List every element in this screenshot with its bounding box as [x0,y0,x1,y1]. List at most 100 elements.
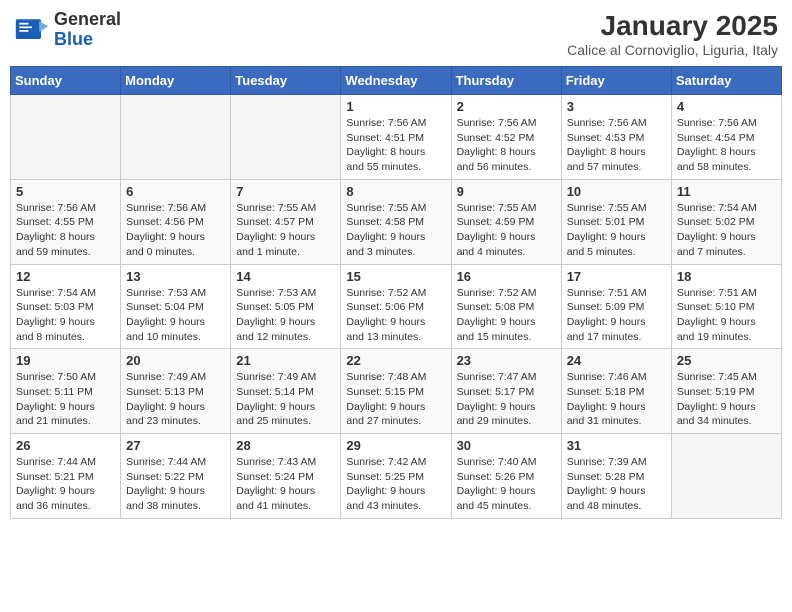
day-info: Sunrise: 7:56 AM Sunset: 4:53 PM Dayligh… [567,116,666,175]
day-info: Sunrise: 7:53 AM Sunset: 5:05 PM Dayligh… [236,286,335,345]
day-info: Sunrise: 7:44 AM Sunset: 5:21 PM Dayligh… [16,455,115,514]
logo: General Blue [14,10,121,50]
month-title: January 2025 [567,10,778,42]
day-info: Sunrise: 7:47 AM Sunset: 5:17 PM Dayligh… [457,370,556,429]
calendar-cell: 5 Sunrise: 7:56 AM Sunset: 4:55 PM Daylig… [11,179,121,264]
calendar-week-5: 26 Sunrise: 7:44 AM Sunset: 5:21 PM Dayli… [11,434,782,519]
day-number: 14 [236,269,335,284]
day-info: Sunrise: 7:40 AM Sunset: 5:26 PM Dayligh… [457,455,556,514]
calendar-cell: 15Sunrise: 7:52 AM Sunset: 5:06 PM Dayli… [341,264,451,349]
calendar-cell: 3 Sunrise: 7:56 AM Sunset: 4:53 PM Daylig… [561,95,671,180]
day-info: Sunrise: 7:53 AM Sunset: 5:04 PM Dayligh… [126,286,225,345]
calendar-header-wednesday: Wednesday [341,67,451,95]
day-info: Sunrise: 7:54 AM Sunset: 5:02 PM Dayligh… [677,201,776,260]
location-subtitle: Calice al Cornoviglio, Liguria, Italy [567,42,778,58]
calendar-cell [11,95,121,180]
day-info: Sunrise: 7:51 AM Sunset: 5:10 PM Dayligh… [677,286,776,345]
day-number: 10 [567,184,666,199]
day-info: Sunrise: 7:49 AM Sunset: 5:14 PM Dayligh… [236,370,335,429]
calendar-cell: 19 Sunrise: 7:50 AM Sunset: 5:11 PM Dayli… [11,349,121,434]
day-info: Sunrise: 7:56 AM Sunset: 4:52 PM Dayligh… [457,116,556,175]
calendar-week-4: 19 Sunrise: 7:50 AM Sunset: 5:11 PM Dayli… [11,349,782,434]
day-number: 13 [126,269,225,284]
day-info: Sunrise: 7:45 AM Sunset: 5:19 PM Dayligh… [677,370,776,429]
calendar-table: SundayMondayTuesdayWednesdayThursdayFrid… [10,66,782,519]
day-info: Sunrise: 7:50 AM Sunset: 5:11 PM Dayligh… [16,370,115,429]
title-block: January 2025 Calice al Cornoviglio, Ligu… [567,10,778,58]
calendar-cell: 18 Sunrise: 7:51 AM Sunset: 5:10 PM Dayli… [671,264,781,349]
calendar-cell: 21 Sunrise: 7:49 AM Sunset: 5:14 PM Dayli… [231,349,341,434]
day-number: 28 [236,438,335,453]
calendar-cell: 1 Sunrise: 7:56 AM Sunset: 4:51 PM Daylig… [341,95,451,180]
calendar-cell: 24 Sunrise: 7:46 AM Sunset: 5:18 PM Dayli… [561,349,671,434]
calendar-cell: 6 Sunrise: 7:56 AM Sunset: 4:56 PM Daylig… [121,179,231,264]
calendar-week-1: 1 Sunrise: 7:56 AM Sunset: 4:51 PM Daylig… [11,95,782,180]
calendar-header-sunday: Sunday [11,67,121,95]
calendar-cell: 27Sunrise: 7:44 AM Sunset: 5:22 PM Dayli… [121,434,231,519]
day-info: Sunrise: 7:56 AM Sunset: 4:54 PM Dayligh… [677,116,776,175]
day-info: Sunrise: 7:52 AM Sunset: 5:08 PM Dayligh… [457,286,556,345]
calendar-cell: 16 Sunrise: 7:52 AM Sunset: 5:08 PM Dayli… [451,264,561,349]
day-number: 24 [567,353,666,368]
day-number: 30 [457,438,556,453]
calendar-cell: 17 Sunrise: 7:51 AM Sunset: 5:09 PM Dayli… [561,264,671,349]
calendar-cell: 12Sunrise: 7:54 AM Sunset: 5:03 PM Dayli… [11,264,121,349]
calendar-week-3: 12Sunrise: 7:54 AM Sunset: 5:03 PM Dayli… [11,264,782,349]
calendar-header-monday: Monday [121,67,231,95]
logo-text: General Blue [54,10,121,50]
day-info: Sunrise: 7:49 AM Sunset: 5:13 PM Dayligh… [126,370,225,429]
calendar-cell: 14 Sunrise: 7:53 AM Sunset: 5:05 PM Dayli… [231,264,341,349]
calendar-header-thursday: Thursday [451,67,561,95]
page-header: General Blue January 2025 Calice al Corn… [10,10,782,58]
day-number: 29 [346,438,445,453]
calendar-cell: 31Sunrise: 7:39 AM Sunset: 5:28 PM Dayli… [561,434,671,519]
day-info: Sunrise: 7:52 AM Sunset: 5:06 PM Dayligh… [346,286,445,345]
calendar-cell: 7 Sunrise: 7:55 AM Sunset: 4:57 PM Daylig… [231,179,341,264]
day-info: Sunrise: 7:55 AM Sunset: 4:58 PM Dayligh… [346,201,445,260]
calendar-header-friday: Friday [561,67,671,95]
day-number: 16 [457,269,556,284]
calendar-cell: 29Sunrise: 7:42 AM Sunset: 5:25 PM Dayli… [341,434,451,519]
calendar-cell: 22 Sunrise: 7:48 AM Sunset: 5:15 PM Dayli… [341,349,451,434]
day-number: 7 [236,184,335,199]
calendar-header-saturday: Saturday [671,67,781,95]
calendar-cell: 10 Sunrise: 7:55 AM Sunset: 5:01 PM Dayli… [561,179,671,264]
logo-blue: Blue [54,29,93,49]
day-info: Sunrise: 7:51 AM Sunset: 5:09 PM Dayligh… [567,286,666,345]
day-info: Sunrise: 7:55 AM Sunset: 4:57 PM Dayligh… [236,201,335,260]
day-number: 17 [567,269,666,284]
day-number: 5 [16,184,115,199]
day-info: Sunrise: 7:56 AM Sunset: 4:51 PM Dayligh… [346,116,445,175]
day-number: 11 [677,184,776,199]
calendar-header-tuesday: Tuesday [231,67,341,95]
day-number: 1 [346,99,445,114]
calendar-cell: 4 Sunrise: 7:56 AM Sunset: 4:54 PM Daylig… [671,95,781,180]
day-number: 8 [346,184,445,199]
day-number: 21 [236,353,335,368]
calendar-cell [231,95,341,180]
day-number: 27 [126,438,225,453]
day-number: 19 [16,353,115,368]
day-number: 2 [457,99,556,114]
day-number: 6 [126,184,225,199]
calendar-cell: 8 Sunrise: 7:55 AM Sunset: 4:58 PM Daylig… [341,179,451,264]
day-number: 12 [16,269,115,284]
calendar-cell [671,434,781,519]
day-number: 4 [677,99,776,114]
day-number: 3 [567,99,666,114]
calendar-cell: 23Sunrise: 7:47 AM Sunset: 5:17 PM Dayli… [451,349,561,434]
day-info: Sunrise: 7:56 AM Sunset: 4:56 PM Dayligh… [126,201,225,260]
day-info: Sunrise: 7:46 AM Sunset: 5:18 PM Dayligh… [567,370,666,429]
day-number: 22 [346,353,445,368]
day-info: Sunrise: 7:55 AM Sunset: 5:01 PM Dayligh… [567,201,666,260]
calendar-cell: 25Sunrise: 7:45 AM Sunset: 5:19 PM Dayli… [671,349,781,434]
calendar-cell: 30 Sunrise: 7:40 AM Sunset: 5:26 PM Dayli… [451,434,561,519]
calendar-cell: 13 Sunrise: 7:53 AM Sunset: 5:04 PM Dayli… [121,264,231,349]
day-number: 26 [16,438,115,453]
day-number: 18 [677,269,776,284]
calendar-cell [121,95,231,180]
day-info: Sunrise: 7:56 AM Sunset: 4:55 PM Dayligh… [16,201,115,260]
day-info: Sunrise: 7:48 AM Sunset: 5:15 PM Dayligh… [346,370,445,429]
calendar-cell: 26 Sunrise: 7:44 AM Sunset: 5:21 PM Dayli… [11,434,121,519]
day-info: Sunrise: 7:43 AM Sunset: 5:24 PM Dayligh… [236,455,335,514]
